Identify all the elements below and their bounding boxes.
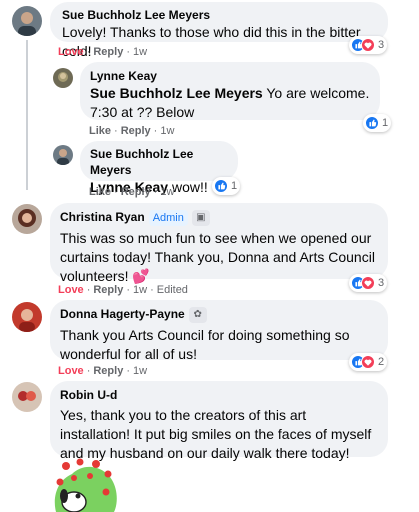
comment-author[interactable]: Christina Ryan xyxy=(60,210,145,224)
admin-badge[interactable]: Admin xyxy=(148,210,188,226)
comment-author-row: Christina Ryan Admin ▣ xyxy=(60,209,378,226)
mention-link[interactable]: Sue Buchholz Lee Meyers xyxy=(90,85,263,101)
reaction-summary[interactable]: 2 xyxy=(349,353,388,371)
reply-button[interactable]: Reply xyxy=(93,46,123,58)
timestamp[interactable]: 1w xyxy=(160,125,174,137)
avatar-photo xyxy=(12,302,42,332)
timestamp[interactable]: 1w xyxy=(160,186,174,198)
reaction-summary[interactable]: 1 xyxy=(212,177,241,195)
comment-actions: Love · Reply · 1w xyxy=(58,46,148,58)
reaction-summary[interactable]: 3 xyxy=(349,274,388,292)
reaction-summary[interactable]: 3 xyxy=(349,36,388,54)
avatar-photo xyxy=(53,68,73,88)
avatar-photo xyxy=(12,382,42,412)
avatar[interactable] xyxy=(53,145,73,165)
reaction-summary[interactable]: 1 xyxy=(363,114,392,132)
comment-text: Yes, thank you to the creators of this a… xyxy=(60,407,372,461)
love-button[interactable]: Love xyxy=(58,365,84,377)
timestamp[interactable]: 1w xyxy=(133,365,147,377)
comment-bubble: Christina Ryan Admin ▣ This was so much fu… xyxy=(50,203,388,284)
comment-author[interactable]: Robin U-d xyxy=(60,387,378,403)
comment-actions: Like · Reply · 1w xyxy=(89,125,175,137)
avatar[interactable] xyxy=(12,6,42,36)
reply-button[interactable]: Reply xyxy=(93,365,123,377)
comment-bubble: Robin U-d Yes, thank you to the creators… xyxy=(50,381,388,461)
like-icon xyxy=(214,179,228,193)
avatar-photo xyxy=(53,145,73,165)
reaction-count: 3 xyxy=(378,39,385,51)
comment-bubble: Lynne Keay Sue Buchholz Lee Meyers Yo ar… xyxy=(80,62,380,120)
comment-actions: Love · Reply · 1w xyxy=(58,365,148,377)
comment-text: Sue Buchholz Lee Meyers Yo are welcome. … xyxy=(90,85,370,120)
comment-bubble: Donna Hagerty-Payne ✿ Thank you Arts Coun… xyxy=(50,300,388,362)
comment-author[interactable]: Donna Hagerty-Payne xyxy=(60,307,185,321)
reaction-count: 2 xyxy=(378,356,385,368)
comment-actions: Like · Reply · 1w xyxy=(89,186,175,198)
edited-label[interactable]: Edited xyxy=(157,284,188,296)
like-button[interactable]: Like xyxy=(89,186,111,198)
avatar[interactable] xyxy=(12,302,42,332)
comment-text: Thank you Arts Council for doing somethi… xyxy=(60,326,350,362)
comment-author-row: Donna Hagerty-Payne ✿ xyxy=(60,306,378,323)
reaction-count: 3 xyxy=(378,277,385,289)
comment-author[interactable]: Sue Buchholz Lee Meyers xyxy=(90,146,228,178)
like-button[interactable]: Like xyxy=(89,125,111,137)
comment-bubble: Sue Buchholz Lee Meyers Lovely! Thanks t… xyxy=(50,2,388,59)
reaction-count: 1 xyxy=(382,117,389,129)
love-icon xyxy=(361,38,375,52)
avatar[interactable] xyxy=(12,382,42,412)
love-button[interactable]: Love xyxy=(58,284,84,296)
avatar-photo xyxy=(12,6,42,36)
group-badge-icon[interactable]: ▣ xyxy=(191,209,210,226)
timestamp[interactable]: 1w xyxy=(133,284,147,296)
avatar-photo xyxy=(12,204,42,234)
love-button[interactable]: Love xyxy=(58,46,84,58)
comment-actions: Love · Reply · 1w · Edited xyxy=(58,284,188,296)
reply-button[interactable]: Reply xyxy=(121,186,151,198)
reply-thread-line xyxy=(26,40,28,190)
reply-button[interactable]: Reply xyxy=(93,284,123,296)
reply-button[interactable]: Reply xyxy=(121,125,151,137)
plant-badge-icon[interactable]: ✿ xyxy=(188,306,207,323)
comment-bubble: Sue Buchholz Lee Meyers Lynne Keay wow!! xyxy=(80,141,238,195)
snoopy-hearts-sticker xyxy=(54,458,117,512)
sticker-image[interactable] xyxy=(48,456,120,512)
reaction-count: 1 xyxy=(231,180,238,192)
like-icon xyxy=(365,116,379,130)
love-icon xyxy=(361,276,375,290)
comment-author[interactable]: Sue Buchholz Lee Meyers xyxy=(62,7,376,23)
avatar[interactable] xyxy=(12,204,42,234)
love-icon xyxy=(361,355,375,369)
comment-author[interactable]: Lynne Keay xyxy=(90,68,370,84)
comment-text: This was so much fun to see when we open… xyxy=(60,230,375,284)
timestamp[interactable]: 1w xyxy=(133,46,147,58)
avatar[interactable] xyxy=(53,68,73,88)
